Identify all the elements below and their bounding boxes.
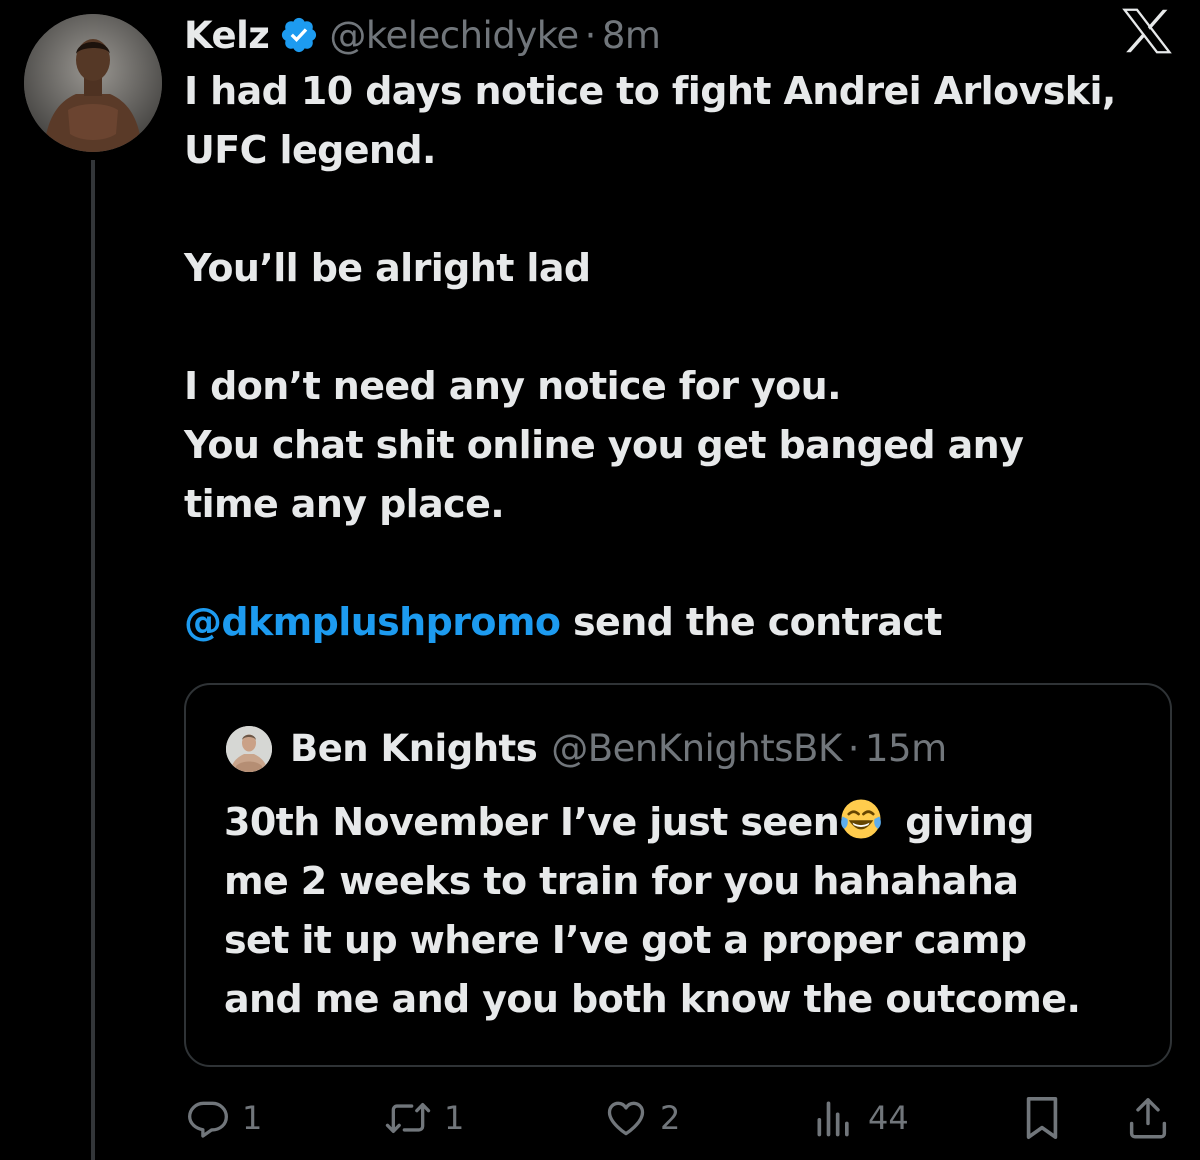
verified-badge-icon (282, 17, 317, 53)
author-avatar[interactable] (24, 14, 162, 152)
quoted-tweet-line: me 2 weeks to train for you hahahaha (224, 859, 1019, 903)
author-avatar-image (24, 14, 162, 152)
quoted-tweet-text: 30th November I’ve just seen giving me 2… (224, 793, 1154, 1029)
quoted-text-segment: giving (905, 800, 1034, 844)
views-button[interactable]: 44 (812, 1090, 909, 1146)
views-count: 44 (868, 1099, 909, 1137)
tweet-time[interactable]: 8m (602, 14, 661, 57)
tweet-line: You’ll be alright lad (184, 246, 591, 290)
tweet-line-mention: @dkmplushpromo send the contract (184, 593, 1184, 652)
tweet-action-bar: 1 1 2 44 (0, 1090, 1200, 1146)
mention-link[interactable]: @dkmplushpromo (184, 600, 561, 644)
author-handle[interactable]: @kelechidyke (329, 14, 579, 57)
tweet-line: I had 10 days notice to fight Andrei Arl… (184, 69, 1116, 113)
reply-count: 1 (242, 1099, 263, 1137)
reply-icon (188, 1101, 228, 1138)
tweet-line: I don’t need any notice for you. (184, 364, 842, 408)
quoted-tweet-line: and me and you both know the outcome. (224, 977, 1081, 1021)
quoted-tweet-header: Ben Knights @BenKnightsBK · 15m (290, 723, 947, 773)
repost-icon (385, 1102, 431, 1134)
views-icon (817, 1101, 849, 1137)
heart-icon (607, 1101, 645, 1136)
face-with-tears-of-joy-icon (841, 799, 882, 839)
quoted-tweet-card[interactable]: Ben Knights @BenKnightsBK · 15m 30th Nov… (184, 683, 1172, 1067)
quoted-text-segment: 30th November I’ve just seen (224, 800, 840, 844)
separator-dot: · (847, 726, 860, 770)
reply-button[interactable]: 1 (186, 1090, 262, 1146)
quoted-author-name[interactable]: Ben Knights (290, 727, 538, 770)
like-button[interactable]: 2 (604, 1090, 680, 1146)
tweet-text: I had 10 days notice to fight Andrei Arl… (184, 62, 1184, 652)
share-button[interactable] (1128, 1090, 1168, 1146)
quoted-tweet-line: 30th November I’ve just seen giving (224, 793, 1154, 852)
quoted-tweet-time[interactable]: 15m (865, 727, 947, 770)
repost-button[interactable]: 1 (384, 1090, 464, 1146)
quoted-tweet-line: set it up where I’ve got a proper camp (224, 918, 1027, 962)
bookmark-button[interactable] (1022, 1090, 1062, 1146)
mention-suffix: send the contract (560, 600, 942, 644)
author-name[interactable]: Kelz (184, 14, 270, 57)
tweet-line: time any place. (184, 482, 505, 526)
tweet-line: UFC legend. (184, 128, 436, 172)
separator-dot: · (584, 13, 597, 57)
like-count: 2 (660, 1099, 681, 1137)
repost-count: 1 (444, 1099, 465, 1137)
quoted-author-avatar[interactable] (226, 726, 272, 772)
x-logo-icon[interactable] (1122, 8, 1172, 54)
quoted-author-avatar-image (226, 726, 272, 772)
tweet-line: You chat shit online you get banged any (184, 423, 1024, 467)
share-icon (1129, 1098, 1167, 1139)
bookmark-icon (1026, 1097, 1058, 1139)
thread-line (91, 160, 95, 1160)
tweet-header: Kelz @kelechidyke · 8m (184, 10, 661, 60)
quoted-author-handle[interactable]: @BenKnightsBK (551, 727, 842, 770)
